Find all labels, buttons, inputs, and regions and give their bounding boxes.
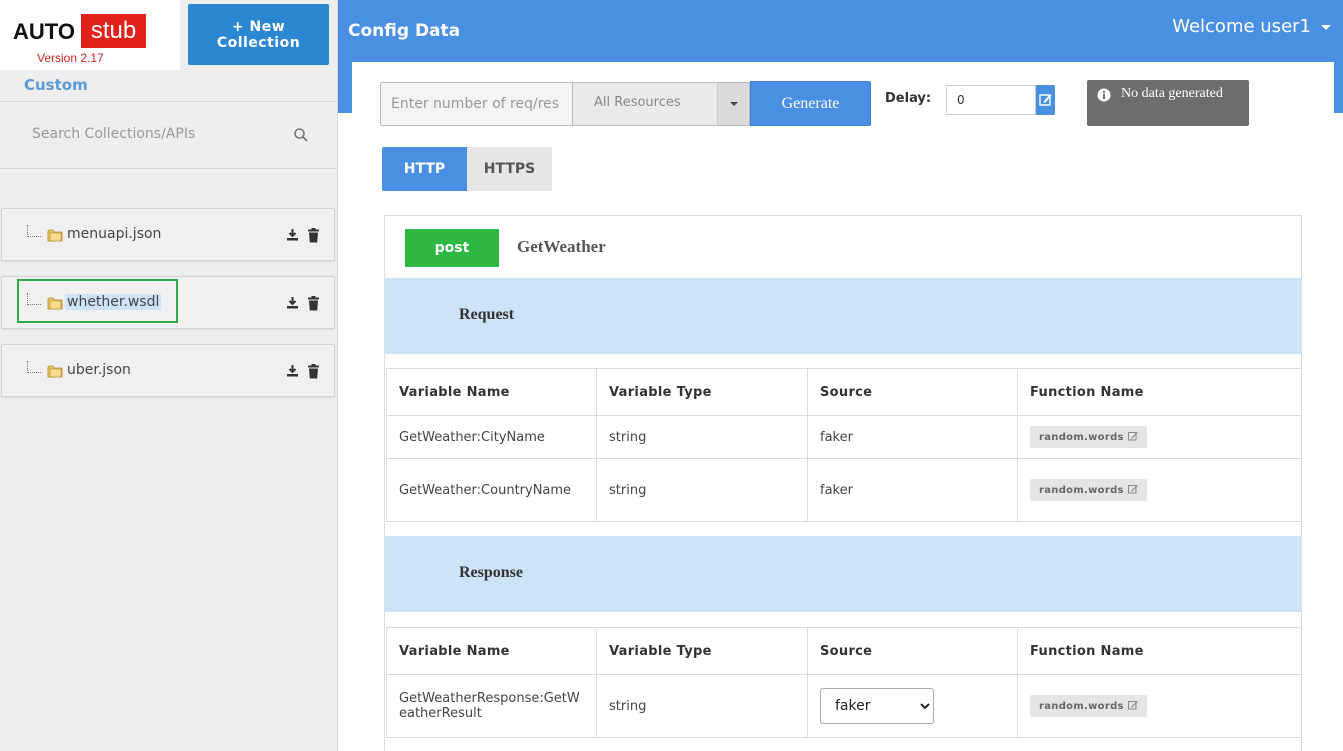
response-variables-table: Variable Name Variable Type Source Funct… [386,627,1302,738]
status-message: No data generated [1087,80,1249,126]
search-icon[interactable] [293,127,309,143]
divider [0,101,337,102]
folder-icon [47,229,63,242]
dropdown-toggle[interactable] [717,83,749,125]
variable-source: faker [807,415,1018,459]
version-label: Version 2.17 [37,51,104,65]
req-count-input[interactable] [380,82,573,126]
column-header: Variable Type [596,368,808,416]
edit-icon [1039,94,1052,106]
welcome-text: Welcome user1 [1172,16,1311,37]
tab-https[interactable]: HTTPS [467,147,552,191]
logo-auto-text: AUTO [13,19,75,44]
method-badge: post [405,229,499,267]
table-row: GetWeather:CityName string faker random.… [386,415,1302,459]
collection-name: menuapi.json [67,226,162,242]
folder-icon [47,365,63,378]
download-icon[interactable] [286,364,299,377]
function-tag[interactable]: random.words [1030,426,1147,448]
request-section-title: Request [459,306,515,323]
function-name: random.words [1039,701,1124,712]
source-cell: faker [807,674,1018,738]
variable-type: string [596,674,808,738]
logo-stub-text: stub [81,14,146,48]
source-select[interactable]: faker [820,688,934,724]
variable-type: string [596,458,808,522]
variable-name: GetWeather:CountryName [386,458,597,522]
column-header: Variable Name [386,368,597,416]
delay-input[interactable] [946,85,1036,115]
api-name: GetWeather [517,237,606,256]
collection-name: whether.wsdl [65,294,162,310]
delay-label: Delay: [885,91,932,106]
trash-icon[interactable] [307,364,320,379]
column-header: Function Name [1017,368,1302,416]
logo: AUTO stub Version 2.17 [0,0,180,70]
divider [0,168,337,169]
variable-name: GetWeatherResponse:GetWeatherResult [386,674,597,738]
column-header: Variable Name [386,627,597,675]
edit-icon [1127,485,1138,494]
response-section-header: Response [385,536,1301,612]
custom-section-label: Custom [24,76,88,94]
column-header: Source [807,627,1018,675]
table-row: GetWeatherResponse:GetWeatherResult stri… [386,674,1302,738]
info-icon [1097,88,1111,102]
function-name: random.words [1039,432,1124,443]
tree-connector [27,293,41,305]
function-cell: random.words [1017,415,1302,459]
user-menu[interactable]: Welcome user1 [1172,16,1331,37]
function-cell: random.words [1017,674,1302,738]
function-tag[interactable]: random.words [1030,695,1147,717]
function-tag[interactable]: random.words [1030,479,1147,501]
collection-item-whether[interactable]: whether.wsdl [1,276,335,329]
column-header: Source [807,368,1018,416]
download-icon[interactable] [286,228,299,241]
new-collection-label-line2: Collection [216,34,301,51]
collection-item-uber[interactable]: uber.json [1,344,335,397]
generate-button[interactable]: Generate [750,81,871,126]
tree-connector [27,361,41,373]
edit-icon [1127,701,1138,710]
variable-source: faker [807,458,1018,522]
delay-edit-button[interactable] [1036,85,1055,115]
tab-http[interactable]: HTTP [382,147,467,191]
trash-icon[interactable] [307,228,320,243]
new-collection-label-line1: + New [231,18,286,35]
edit-icon [1127,432,1138,441]
collection-item-menuapi[interactable]: menuapi.json [1,208,335,261]
request-section-header: Request [385,278,1301,354]
resource-dropdown-value: All Resources [594,95,681,110]
search-collections-input[interactable] [18,118,288,150]
function-cell: random.words [1017,458,1302,522]
variable-type: string [596,415,808,459]
chevron-down-icon [730,102,738,106]
response-section-title: Response [459,564,524,581]
request-variables-table: Variable Name Variable Type Source Funct… [386,368,1302,522]
new-collection-button[interactable]: + New Collection [188,4,329,65]
table-row: GetWeather:CountryName string faker rand… [386,458,1302,522]
sidebar: AUTO stub Version 2.17 + New Collection … [0,0,338,751]
table-header-row: Variable Name Variable Type Source Funct… [386,627,1302,675]
tree-connector [27,225,41,237]
chevron-down-icon [1321,24,1331,30]
collection-name: uber.json [67,362,131,378]
trash-icon[interactable] [307,296,320,311]
folder-icon [47,297,63,310]
api-panel: post GetWeather Request Variable Name Va… [384,215,1302,751]
status-text: No data generated [1121,86,1223,101]
resource-dropdown[interactable]: All Resources [572,82,750,126]
variable-name: GetWeather:CityName [386,415,597,459]
column-header: Variable Type [596,627,808,675]
download-icon[interactable] [286,296,299,309]
page-title: Config Data [348,21,461,41]
function-name: random.words [1039,485,1124,496]
table-header-row: Variable Name Variable Type Source Funct… [386,368,1302,416]
column-header: Function Name [1017,627,1302,675]
